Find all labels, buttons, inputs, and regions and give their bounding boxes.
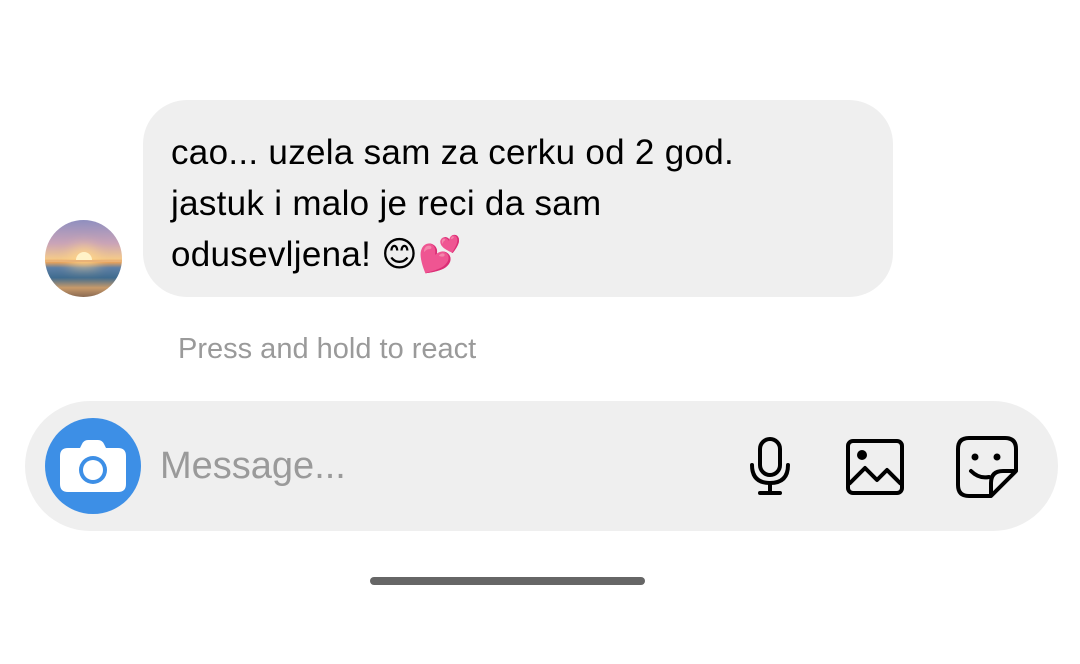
gallery-button[interactable] xyxy=(842,434,908,500)
sticker-button[interactable] xyxy=(954,434,1020,500)
sticker-icon xyxy=(956,436,1018,498)
sender-avatar[interactable] xyxy=(45,220,122,297)
message-text: cao... uzela sam za cerku od 2 god. jast… xyxy=(171,133,735,274)
message-composer xyxy=(25,401,1058,531)
react-hint: Press and hold to react xyxy=(178,333,477,365)
message-input[interactable] xyxy=(160,436,720,496)
microphone-icon xyxy=(750,437,790,495)
chat-screen: cao... uzela sam za cerku od 2 god. jast… xyxy=(0,0,1080,664)
camera-button[interactable] xyxy=(45,418,141,514)
image-gallery-icon xyxy=(846,439,904,495)
avatar-horizon xyxy=(45,260,122,262)
home-indicator[interactable] xyxy=(370,577,645,585)
avatar-sun xyxy=(76,252,92,260)
camera-icon xyxy=(60,440,126,492)
microphone-button[interactable] xyxy=(737,434,803,500)
message-bubble[interactable]: cao... uzela sam za cerku od 2 god. jast… xyxy=(143,100,893,297)
